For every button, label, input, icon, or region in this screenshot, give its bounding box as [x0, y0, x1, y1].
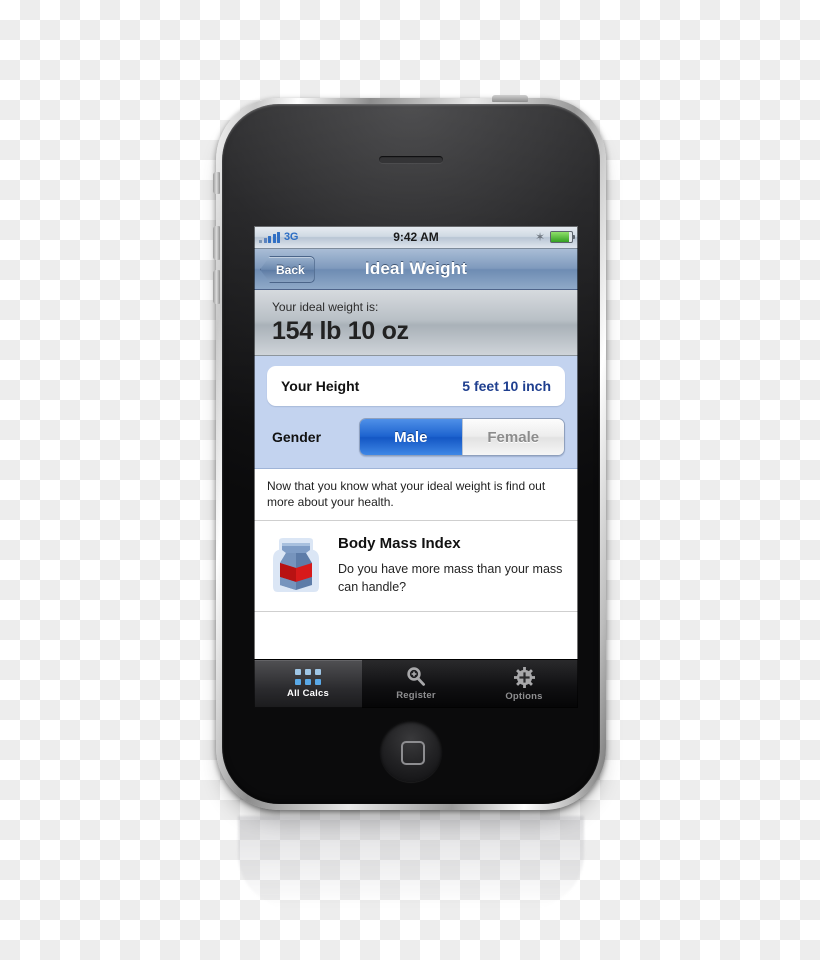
tab-options-label: Options: [505, 690, 543, 702]
body-mass-index-cell[interactable]: Body Mass Index Do you have more mass th…: [254, 521, 578, 613]
phone-screen: 3G 9:42 AM ✶ Back Ideal Weight Your idea…: [254, 226, 578, 708]
power-button[interactable]: [492, 95, 528, 102]
back-button[interactable]: Back: [260, 256, 315, 283]
navigation-bar: Back Ideal Weight: [254, 249, 578, 290]
input-form-area: Your Height 5 feet 10 inch Gender Male F…: [254, 356, 578, 469]
battery-icon: [550, 231, 575, 243]
tab-register[interactable]: Register: [362, 660, 470, 708]
result-value: 154 lb 10 oz: [272, 317, 409, 345]
cell-title: Body Mass Index: [338, 535, 461, 553]
volume-down-button[interactable]: [213, 270, 220, 304]
ringer-switch[interactable]: [213, 172, 220, 194]
result-panel: Your ideal weight is: 154 lb 10 oz: [254, 290, 578, 356]
earpiece-speaker-icon: [379, 156, 443, 163]
tab-options[interactable]: Options: [470, 660, 578, 708]
height-label: Your Height: [281, 378, 360, 394]
gear-plus-icon: [513, 666, 535, 688]
page-title: Ideal Weight: [364, 259, 468, 278]
tab-all-calcs-label: All Calcs: [287, 688, 329, 699]
phone-front-face: 3G 9:42 AM ✶ Back Ideal Weight Your idea…: [222, 104, 600, 804]
status-bar-right: ✶: [534, 230, 575, 244]
segment-male[interactable]: Male: [360, 419, 462, 455]
status-bar: 3G 9:42 AM ✶: [254, 226, 578, 249]
tab-all-calcs[interactable]: All Calcs: [254, 660, 362, 708]
phone-reflection: [238, 816, 584, 908]
home-square-icon: [401, 741, 425, 765]
status-bar-clock: 9:42 AM: [393, 230, 439, 244]
home-button[interactable]: [380, 720, 442, 782]
gender-row: Gender Male Female: [267, 418, 565, 456]
height-row[interactable]: Your Height 5 feet 10 inch: [267, 366, 565, 406]
result-label: Your ideal weight is:: [272, 300, 379, 314]
cell-text-block: Body Mass Index Do you have more mass th…: [338, 533, 566, 597]
bluetooth-icon: ✶: [534, 230, 545, 244]
gender-segmented-control[interactable]: Male Female: [359, 418, 565, 456]
key-plus-icon: [407, 667, 425, 686]
cell-subtitle: Do you have more mass than your mass can…: [338, 562, 563, 594]
segment-female[interactable]: Female: [461, 419, 564, 455]
volume-up-button[interactable]: [213, 226, 220, 260]
grid-icon: [295, 669, 321, 685]
gender-label: Gender: [272, 429, 322, 445]
promo-note: Now that you know what your ideal weight…: [254, 469, 578, 522]
tab-bar: All Calcs Register Options: [254, 659, 578, 708]
back-button-label: Back: [276, 262, 305, 277]
phone-device: 3G 9:42 AM ✶ Back Ideal Weight Your idea…: [213, 95, 606, 908]
body-mass-weight-icon: [271, 536, 321, 595]
height-value: 5 feet 10 inch: [462, 378, 551, 394]
tab-register-label: Register: [396, 690, 436, 701]
